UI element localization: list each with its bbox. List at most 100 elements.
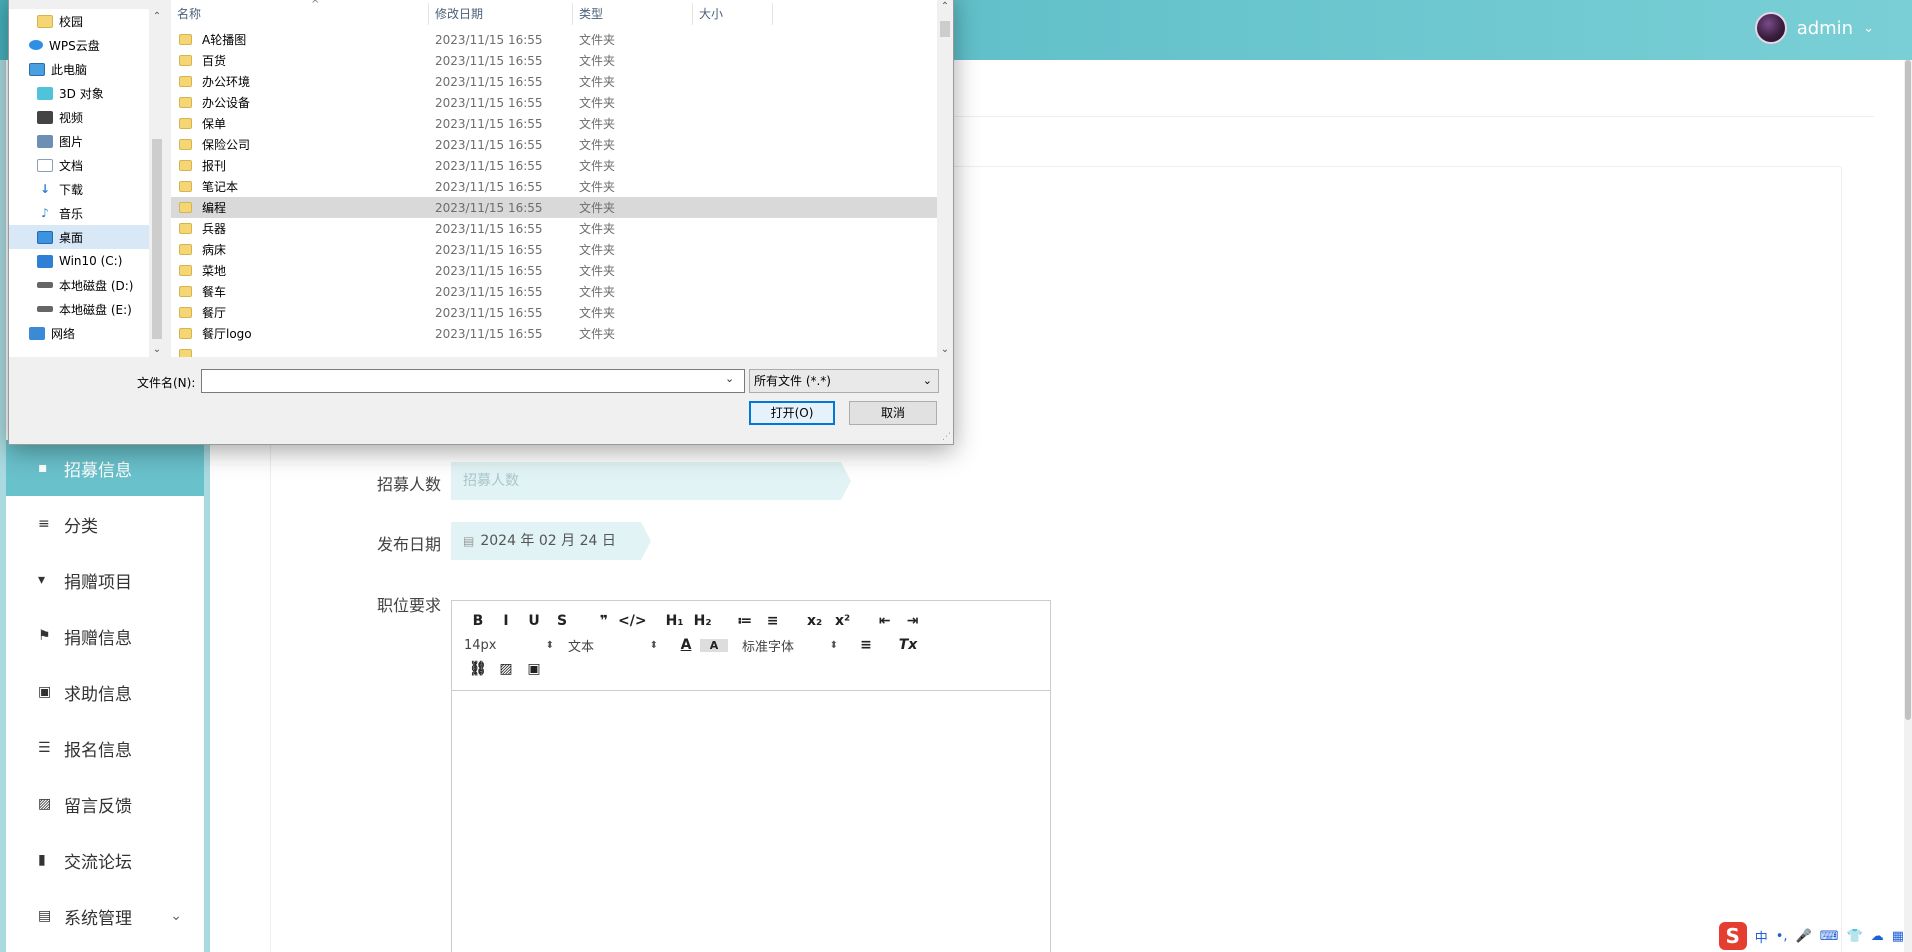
file-row[interactable]: 保单 2023/11/15 16:55 文件夹: [171, 113, 937, 134]
scroll-up-icon[interactable]: ⌃: [937, 1, 953, 12]
scroll-down-icon[interactable]: ⌄: [937, 344, 953, 355]
file-row[interactable]: 兵器 2023/11/15 16:55 文件夹: [171, 218, 937, 239]
file-row[interactable]: 编程 2023/11/15 16:55 文件夹: [171, 197, 937, 218]
align-icon[interactable]: ≡: [852, 637, 880, 653]
user-menu[interactable]: admin ⌄: [1754, 12, 1874, 44]
file-row[interactable]: 百货 2023/11/15 16:55 文件夹: [171, 50, 937, 71]
file-row[interactable]: 报刊 2023/11/15 16:55 文件夹: [171, 155, 937, 176]
sogou-ime-logo[interactable]: S: [1718, 922, 1747, 950]
sidebar-item-recruit[interactable]: ▪ 招募信息: [6, 440, 204, 496]
scroll-up-icon[interactable]: ⌃: [149, 11, 165, 22]
recruit-count-input[interactable]: [451, 462, 851, 500]
superscript-icon[interactable]: x²: [829, 613, 857, 629]
sidebar-item-signup-info[interactable]: ☰ 报名信息: [6, 720, 204, 776]
ime-chinese-toggle[interactable]: 中: [1755, 927, 1768, 946]
file-type: 文件夹: [579, 222, 616, 236]
file-row[interactable]: 保险公司 2023/11/15 16:55 文件夹: [171, 134, 937, 155]
cloud-icon[interactable]: ☁: [1871, 929, 1884, 944]
nav-item[interactable]: 此电脑: [9, 57, 149, 81]
nav-scrollbar[interactable]: ⌃ ⌄: [149, 9, 165, 357]
nav-item[interactable]: 3D 对象: [9, 81, 149, 105]
chevron-down-icon[interactable]: ⌄: [725, 372, 734, 385]
nav-item[interactable]: 文档: [9, 153, 149, 177]
nav-item[interactable]: 本地磁盘 (D:): [9, 273, 149, 297]
filename-input[interactable]: [201, 369, 745, 393]
sidebar-item-feedback[interactable]: ▨ 留言反馈: [6, 776, 204, 832]
column-date[interactable]: 修改日期: [429, 2, 573, 25]
file-row[interactable]: 办公设备 2023/11/15 16:55 文件夹: [171, 92, 937, 113]
clear-format-icon[interactable]: Tx: [894, 637, 922, 653]
strike-icon[interactable]: S: [548, 613, 576, 629]
chevron-down-icon: ⌄: [922, 374, 932, 387]
indent-icon[interactable]: ⇥: [899, 613, 927, 629]
nav-item[interactable]: 本地磁盘 (E:): [9, 297, 149, 321]
nav-item[interactable]: 网络: [9, 321, 149, 345]
nav-item[interactable]: ↓ 下载: [9, 177, 149, 201]
sidebar-item-forum[interactable]: ▮ 交流论坛: [6, 832, 204, 888]
sidebar-item-help-info[interactable]: ▣ 求助信息: [6, 664, 204, 720]
cancel-button[interactable]: 取消: [849, 401, 937, 425]
quote-icon[interactable]: ❞: [590, 613, 618, 629]
file-row[interactable]: A轮播图 2023/11/15 16:55 文件夹: [171, 29, 937, 50]
sidebar-item-category[interactable]: ≡ 分类: [6, 496, 204, 552]
nav-item[interactable]: 校园: [9, 9, 149, 33]
sidebar-item-donation-project[interactable]: ▾ 捐赠项目: [6, 552, 204, 608]
resize-grip-icon[interactable]: ⋰: [942, 432, 951, 442]
editor-content[interactable]: [452, 691, 1050, 952]
italic-icon[interactable]: I: [492, 613, 520, 629]
file-row[interactable]: 笔记本 2023/11/15 16:55 文件夹: [171, 176, 937, 197]
nav-item[interactable]: Win10 (C:): [9, 249, 149, 273]
subscript-icon[interactable]: x₂: [801, 613, 829, 629]
select-arrows-icon: ⬍: [649, 639, 658, 651]
nav-item[interactable]: 视频: [9, 105, 149, 129]
microphone-icon[interactable]: 🎤: [1796, 929, 1812, 944]
sidebar-item-label: 系统管理: [64, 908, 132, 929]
publish-date-field[interactable]: ▤ 2024 年 02 月 24 日: [451, 522, 651, 560]
h2-icon[interactable]: H₂: [689, 613, 717, 629]
bold-icon[interactable]: B: [464, 613, 492, 629]
link-icon[interactable]: ⛓: [464, 661, 492, 677]
nav-item[interactable]: 桌面: [9, 225, 149, 249]
h1-icon[interactable]: H₁: [661, 613, 689, 629]
file-row[interactable]: 餐厅 2023/11/15 16:55 文件夹: [171, 302, 937, 323]
outdent-icon[interactable]: ⇤: [871, 613, 899, 629]
nav-item[interactable]: 图片: [9, 129, 149, 153]
text-color-icon[interactable]: A: [672, 637, 700, 653]
sidebar-item-system[interactable]: ▤ 系统管理 ⌄: [6, 888, 204, 944]
grid-icon[interactable]: ▦: [1892, 929, 1904, 944]
skin-icon[interactable]: 👕: [1847, 929, 1863, 944]
heading-select[interactable]: 文本 ⬍: [568, 636, 658, 655]
filetype-select[interactable]: 所有文件 (*.*) ⌄: [749, 369, 939, 393]
code-icon[interactable]: </>: [618, 613, 647, 629]
open-button[interactable]: 打开(O): [749, 401, 835, 425]
column-size[interactable]: 大小: [693, 2, 773, 25]
nav-item[interactable]: ♪ 音乐: [9, 201, 149, 225]
underline-icon[interactable]: U: [520, 613, 548, 629]
ime-toolbar[interactable]: S 中 •, 🎤 ⌨ 👕 ☁ ▦: [1718, 922, 1904, 950]
bullet-list-icon[interactable]: ≡: [759, 613, 787, 629]
image-icon[interactable]: ▨: [492, 661, 520, 677]
list-scrollbar[interactable]: ⌃ ⌄: [937, 0, 953, 357]
ime-punctuation-icon[interactable]: •,: [1776, 929, 1788, 944]
file-row[interactable]: 餐厅logo 2023/11/15 16:55 文件夹: [171, 323, 937, 344]
file-row[interactable]: 办公环境 2023/11/15 16:55 文件夹: [171, 71, 937, 92]
column-type[interactable]: 类型: [573, 2, 693, 25]
file-row[interactable]: 病床 2023/11/15 16:55 文件夹: [171, 239, 937, 260]
file-row[interactable]: 餐车 2023/11/15 16:55 文件夹: [171, 281, 937, 302]
video-icon[interactable]: ▣: [520, 661, 548, 677]
avatar[interactable]: [1754, 12, 1787, 44]
font-size-select[interactable]: 14px ⬍: [464, 638, 554, 653]
recruit-count-field[interactable]: [451, 462, 851, 500]
column-name[interactable]: 名称: [171, 2, 429, 25]
file-row[interactable]: ……: [171, 344, 937, 357]
file-row[interactable]: 菜地 2023/11/15 16:55 文件夹: [171, 260, 937, 281]
scroll-down-icon[interactable]: ⌄: [149, 344, 165, 355]
background-color-icon[interactable]: A: [700, 638, 728, 652]
ordered-list-icon[interactable]: ≔: [731, 613, 759, 629]
toolbar-row-media: ⛓ ▨ ▣: [464, 657, 1038, 681]
sidebar-item-donation-info[interactable]: ⚑ 捐赠信息: [6, 608, 204, 664]
keyboard-icon[interactable]: ⌨: [1820, 929, 1839, 944]
page-scrollbar[interactable]: [1904, 60, 1912, 952]
font-family-select[interactable]: 标准字体 ⬍: [742, 636, 838, 655]
nav-item[interactable]: WPS云盘: [9, 33, 149, 57]
